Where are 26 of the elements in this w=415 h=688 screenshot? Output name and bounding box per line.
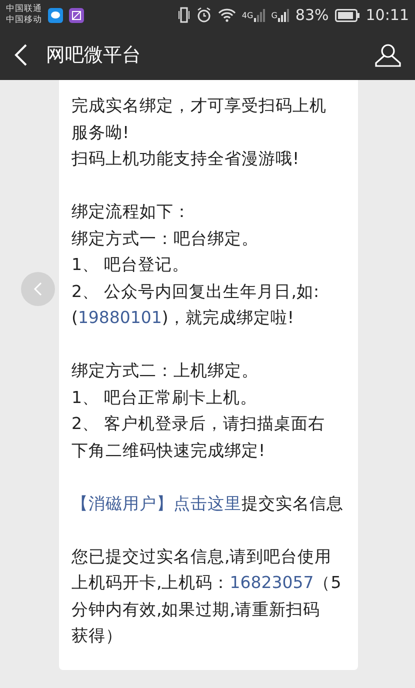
battery-percent: 83% xyxy=(295,6,329,24)
message-paragraph: 绑定流程如下： 绑定方式一：吧台绑定。 1、 吧台登记。 2、 公众号内回复出生年月日,如: (19880101)，就完成绑定啦! xyxy=(72,201,320,329)
battery-icon xyxy=(334,8,360,22)
message-paragraph: 完成实名绑定，才可享受扫码上机 服务呦! 扫码上机功能支持全省漫游哦! xyxy=(72,95,326,170)
wifi-icon xyxy=(218,8,236,22)
message-paragraph: 【消磁用户】点击这里提交实名信息 xyxy=(72,492,344,514)
chat-app-icon xyxy=(48,8,63,22)
link[interactable]: 【消磁用户】点击这里 xyxy=(72,494,242,512)
network-label: 4G xyxy=(242,10,254,20)
message-paragraph: 绑定方式二：上机绑定。 1、 吧台正常刷卡上机。 2、 客户机登录后，请扫描桌面右 下角二维码快速完成绑定! xyxy=(72,360,326,462)
message-paragraph: 您已提交过实名信息,请到吧台使用 上机码开卡,上机码：16823057（5 分钟内有效,如果过期,请重新扫码 获得） xyxy=(72,546,342,647)
page-title: 网吧微平台 xyxy=(46,43,141,68)
back-icon[interactable] xyxy=(14,44,28,66)
signal-icon xyxy=(253,8,266,22)
clock: 10:11 xyxy=(366,6,409,24)
network-label: G xyxy=(271,10,278,20)
person-icon[interactable] xyxy=(375,43,401,67)
carrier-name: 中国移动 xyxy=(6,15,42,26)
alarm-icon xyxy=(196,7,212,23)
image-app-icon xyxy=(69,8,84,22)
signal-icon xyxy=(277,8,290,22)
carrier-name: 中国联通 xyxy=(6,4,42,15)
chevron-left-icon xyxy=(33,282,43,296)
link[interactable]: 19880101 xyxy=(78,308,162,327)
link[interactable]: 16823057 xyxy=(230,573,314,592)
vibrate-icon xyxy=(178,7,190,23)
